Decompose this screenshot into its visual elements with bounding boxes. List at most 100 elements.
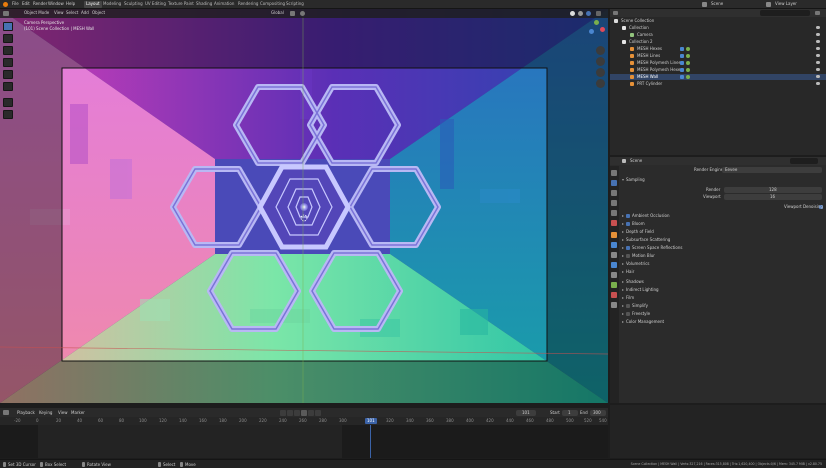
- end-frame-field[interactable]: 300: [590, 410, 606, 416]
- transform-orientation-dropdown[interactable]: Global: [271, 11, 284, 15]
- gizmo-y-axis-icon[interactable]: [594, 20, 599, 25]
- panel-bloom[interactable]: ▸ Bloom: [620, 221, 824, 227]
- snap-icon[interactable]: [290, 11, 295, 16]
- playhead-frame-badge[interactable]: 101: [365, 418, 377, 424]
- perspective-toggle-icon[interactable]: [596, 79, 605, 88]
- view-layer-field[interactable]: View Layer: [775, 2, 797, 6]
- modifier-properties-tab-icon[interactable]: [611, 242, 617, 248]
- visibility-eye-icon[interactable]: [816, 47, 820, 50]
- visibility-eye-icon[interactable]: [816, 68, 820, 71]
- 3d-viewport[interactable]: [0, 9, 608, 403]
- editor-type-icon[interactable]: [3, 11, 9, 16]
- world-properties-tab-icon[interactable]: [611, 220, 617, 226]
- panel-color-management[interactable]: ▸ Color Management: [620, 319, 824, 325]
- timeline-body[interactable]: [0, 425, 608, 458]
- panel-enable-checkbox[interactable]: [626, 214, 630, 218]
- tool-cursor[interactable]: [3, 34, 13, 43]
- outliner-root-row[interactable]: Scene Collection: [610, 18, 826, 24]
- menu-window[interactable]: Window: [48, 2, 64, 6]
- visibility-eye-icon[interactable]: [816, 40, 820, 43]
- menu-object[interactable]: Object: [92, 11, 105, 15]
- menu-edit[interactable]: Edit: [22, 2, 30, 6]
- panel-indirect-lighting[interactable]: ▸ Indirect Lighting: [620, 287, 824, 293]
- gizmo-x-axis-icon[interactable]: [600, 27, 605, 32]
- visibility-eye-icon[interactable]: [816, 82, 820, 85]
- tool-properties-tab-icon[interactable]: [611, 170, 617, 176]
- panel-enable-checkbox[interactable]: [626, 312, 630, 316]
- shading-rendered-icon[interactable]: [586, 11, 591, 16]
- timeline-ruler[interactable]: -20 0 20 40 60 80 100 120 140 160 180 20…: [0, 417, 608, 425]
- panel-sampling[interactable]: ▾ Sampling: [620, 177, 824, 183]
- tool-scale[interactable]: [3, 70, 13, 79]
- properties-search-input[interactable]: [790, 158, 818, 164]
- timeline-editor-icon[interactable]: [3, 410, 9, 415]
- panel-enable-checkbox[interactable]: [626, 304, 630, 308]
- tool-select-box[interactable]: [3, 22, 13, 31]
- panel-ambient-occlusion[interactable]: ▸ Ambient Occlusion: [620, 213, 824, 219]
- menu-add[interactable]: Add: [81, 11, 89, 15]
- object-properties-tab-icon[interactable]: [611, 232, 617, 238]
- outliner-row-7[interactable]: MESH Wall: [610, 74, 826, 80]
- mode-dropdown[interactable]: Object Mode: [24, 11, 49, 15]
- tool-transform[interactable]: [3, 82, 13, 91]
- tab-texture-paint[interactable]: Texture Paint: [166, 1, 196, 8]
- play-reverse-icon[interactable]: [294, 410, 300, 416]
- tab-sculpting[interactable]: Sculpting: [122, 1, 145, 8]
- camera-view-icon[interactable]: [596, 68, 605, 77]
- outliner-row-0[interactable]: Collection: [610, 25, 826, 31]
- render-samples-field[interactable]: 128: [724, 187, 822, 193]
- visibility-eye-icon[interactable]: [816, 75, 820, 78]
- visibility-eye-icon[interactable]: [816, 26, 820, 29]
- outliner-row-6[interactable]: MESH Polymesh Hexes: [610, 67, 826, 73]
- physics-properties-tab-icon[interactable]: [611, 262, 617, 268]
- tool-move[interactable]: [3, 46, 13, 55]
- menu-file[interactable]: File: [12, 2, 19, 6]
- menu-view[interactable]: View: [54, 11, 64, 15]
- visibility-eye-icon[interactable]: [816, 61, 820, 64]
- menu-keying[interactable]: Keying: [39, 411, 52, 415]
- scene-name-field[interactable]: Scene: [711, 2, 723, 6]
- tab-layout[interactable]: Layout: [84, 1, 102, 8]
- panel-screen-space-reflections[interactable]: ▸ Screen Space Reflections: [620, 245, 824, 251]
- render-properties-tab-icon[interactable]: [611, 180, 617, 186]
- gizmo-z-axis-icon[interactable]: [589, 29, 594, 34]
- viewport-samples-field[interactable]: 16: [724, 194, 822, 200]
- particle-properties-tab-icon[interactable]: [611, 252, 617, 258]
- panel-shadows[interactable]: ▸ Shadows: [620, 279, 824, 285]
- panel-enable-checkbox[interactable]: [626, 254, 630, 258]
- constraint-properties-tab-icon[interactable]: [611, 272, 617, 278]
- blender-logo-icon[interactable]: [3, 2, 8, 7]
- navigation-gizmo[interactable]: [586, 19, 606, 39]
- menu-timeline-view[interactable]: View: [58, 411, 68, 415]
- jump-keyframe-back-icon[interactable]: [287, 410, 293, 416]
- tool-measure[interactable]: [3, 110, 13, 119]
- tab-rendering[interactable]: Rendering: [236, 1, 260, 8]
- menu-playback[interactable]: Playback: [17, 411, 35, 415]
- output-properties-tab-icon[interactable]: [611, 190, 617, 196]
- scene-icon[interactable]: [702, 2, 707, 7]
- menu-render[interactable]: Render: [33, 2, 47, 6]
- view-layer-icon[interactable]: [766, 2, 771, 7]
- tab-modeling[interactable]: Modeling: [101, 1, 123, 8]
- shading-material-icon[interactable]: [578, 11, 583, 16]
- filter-icon[interactable]: [815, 11, 820, 15]
- render-engine-dropdown[interactable]: Eevee: [722, 167, 822, 173]
- start-frame-field[interactable]: 1: [562, 410, 578, 416]
- zoom-icon[interactable]: [596, 46, 605, 55]
- shading-solid-icon[interactable]: [570, 11, 575, 16]
- panel-subsurface-scattering[interactable]: ▸ Subsurface Scattering: [620, 237, 824, 243]
- visibility-eye-icon[interactable]: [816, 54, 820, 57]
- pan-hand-icon[interactable]: [596, 57, 605, 66]
- jump-keyframe-forward-icon[interactable]: [308, 410, 314, 416]
- outliner-row-3[interactable]: MESH Hexes: [610, 46, 826, 52]
- tab-uv-editing[interactable]: UV Editing: [143, 1, 168, 8]
- visibility-eye-icon[interactable]: [816, 33, 820, 36]
- scene-properties-tab-icon[interactable]: [611, 210, 617, 216]
- outliner-row-2[interactable]: Collection 2: [610, 39, 826, 45]
- outliner-row-4[interactable]: MESH Lines: [610, 53, 826, 59]
- tab-scripting[interactable]: Scripting: [284, 1, 306, 8]
- panel-enable-checkbox[interactable]: [626, 222, 630, 226]
- menu-help[interactable]: Help: [66, 2, 75, 6]
- tab-animation[interactable]: Animation: [212, 1, 236, 8]
- outliner-row-5[interactable]: MESH Polymesh Lines: [610, 60, 826, 66]
